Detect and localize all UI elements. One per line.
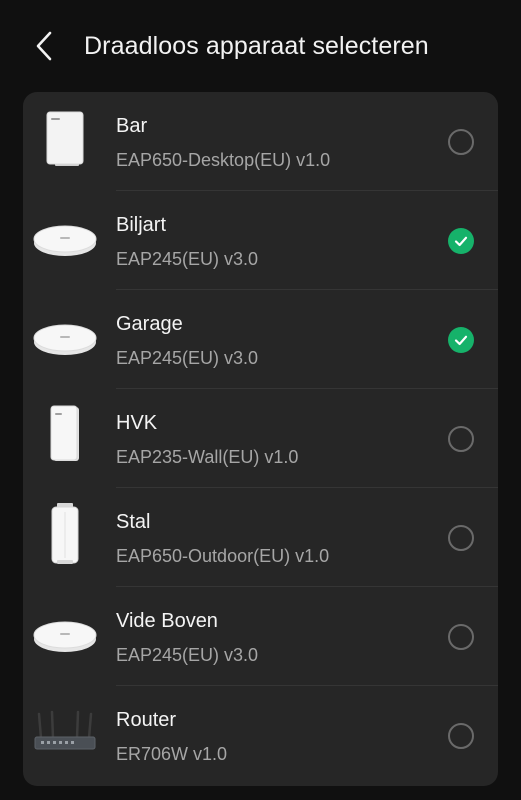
page-title: Draadloos apparaat selecteren	[84, 32, 429, 60]
wall-access-point-icon	[33, 403, 97, 467]
device-model: EAP235-Wall(EU) v1.0	[116, 447, 299, 467]
device-name: Router	[116, 709, 177, 731]
header: Draadloos apparaat selecteren	[0, 0, 521, 92]
outdoor-access-point-icon	[33, 502, 97, 566]
device-model: EAP650-Outdoor(EU) v1.0	[116, 546, 330, 566]
device-name: Bar	[116, 115, 148, 137]
device-row-biljart[interactable]: Biljart EAP245(EU) v3.0	[23, 191, 498, 290]
select-radio[interactable]	[448, 723, 474, 749]
checkmark-icon	[454, 236, 468, 247]
ceiling-access-point-icon	[33, 304, 97, 368]
select-radio[interactable]	[448, 624, 474, 650]
chevron-left-icon	[36, 31, 52, 61]
device-model: EAP245(EU) v3.0	[116, 249, 259, 269]
select-radio[interactable]	[448, 129, 474, 155]
device-name: Vide Boven	[116, 610, 218, 632]
device-list: Bar EAP650-Desktop(EU) v1.0 Biljart EAP2…	[23, 92, 498, 786]
checkmark-icon	[454, 335, 468, 346]
desktop-access-point-icon	[33, 106, 97, 170]
device-model: EAP650-Desktop(EU) v1.0	[116, 150, 331, 170]
select-radio-checked[interactable]	[448, 327, 474, 353]
router-icon	[33, 700, 97, 764]
device-row-garage[interactable]: Garage EAP245(EU) v3.0	[23, 290, 498, 389]
device-row-vide-boven[interactable]: Vide Boven EAP245(EU) v3.0	[23, 587, 498, 686]
device-name: Biljart	[116, 214, 167, 236]
select-radio-checked[interactable]	[448, 228, 474, 254]
device-model: ER706W v1.0	[116, 744, 228, 764]
device-name: HVK	[116, 412, 158, 434]
ceiling-access-point-icon	[33, 205, 97, 269]
device-row-stal[interactable]: Stal EAP650-Outdoor(EU) v1.0	[23, 488, 498, 587]
back-button[interactable]	[24, 26, 64, 66]
device-name: Garage	[116, 313, 183, 335]
ceiling-access-point-icon	[33, 601, 97, 665]
device-row-bar[interactable]: Bar EAP650-Desktop(EU) v1.0	[23, 92, 498, 191]
device-row-hvk[interactable]: HVK EAP235-Wall(EU) v1.0	[23, 389, 498, 488]
device-model: EAP245(EU) v3.0	[116, 645, 259, 665]
select-radio[interactable]	[448, 426, 474, 452]
device-name: Stal	[116, 511, 151, 533]
select-radio[interactable]	[448, 525, 474, 551]
device-row-router[interactable]: Router ER706W v1.0	[23, 686, 498, 785]
device-model: EAP245(EU) v3.0	[116, 348, 259, 368]
